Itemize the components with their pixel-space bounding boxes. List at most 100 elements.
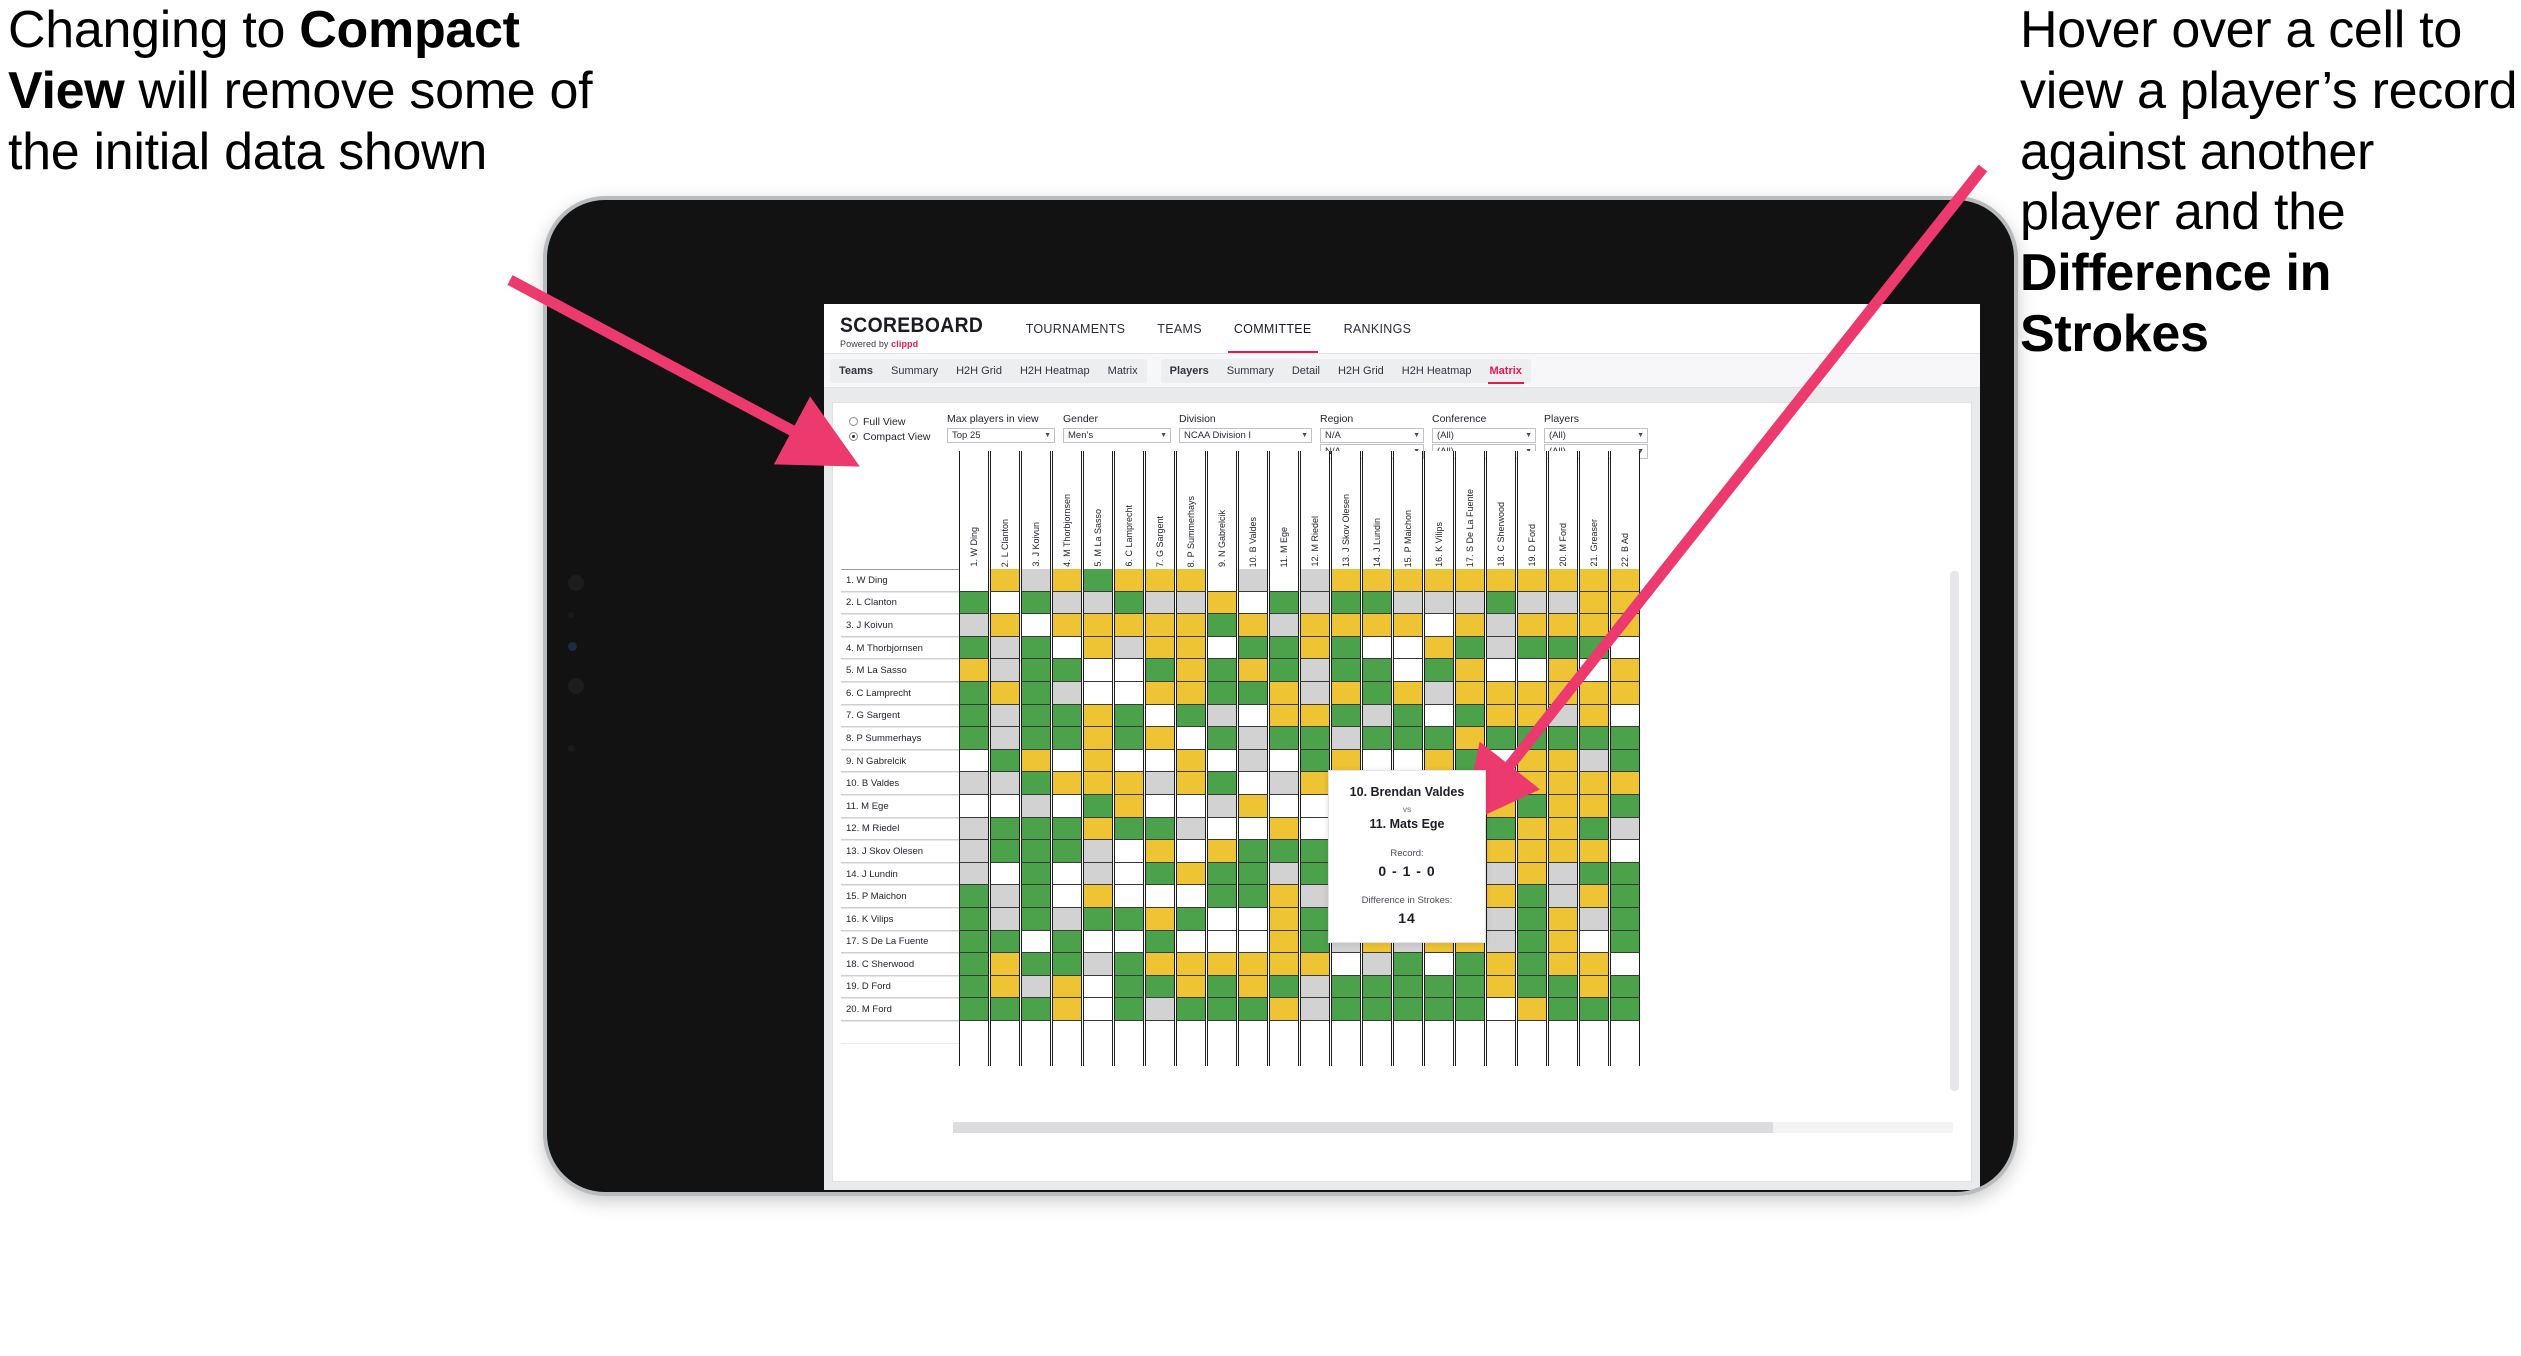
matrix-cell[interactable] [1331,569,1361,592]
matrix-cell[interactable] [1145,794,1175,818]
matrix-cell[interactable] [1331,953,1361,976]
matrix-cell[interactable] [990,930,1020,954]
matrix-cell[interactable] [1145,704,1175,728]
matrix-cell[interactable] [990,907,1020,931]
matrix-cell[interactable] [1021,727,1051,750]
matrix-cell[interactable] [990,614,1020,637]
matrix-cell[interactable] [1083,569,1113,592]
matrix-cell[interactable] [1393,975,1423,999]
matrix-cell[interactable] [1052,614,1082,637]
matrix-cell[interactable] [959,862,989,886]
matrix-cell[interactable] [1207,659,1237,682]
matrix-cell[interactable] [1300,704,1330,728]
matrix-cell[interactable] [1021,569,1051,592]
matrix-cell[interactable] [1238,569,1268,592]
matrix-cell[interactable] [1486,659,1516,682]
matrix-cell[interactable] [1238,591,1268,615]
matrix-cell[interactable] [1424,659,1454,682]
matrix-cell[interactable] [1362,975,1392,999]
matrix-cell[interactable] [1610,953,1640,976]
matrix-cell[interactable] [1362,591,1392,615]
matrix-cell[interactable] [1455,681,1485,705]
matrix-cell[interactable] [1486,817,1516,841]
matrix-cell[interactable] [1238,862,1268,886]
matrix-cell[interactable] [1517,885,1547,908]
matrix-cell[interactable] [1238,749,1268,773]
matrix-cell[interactable] [1548,636,1578,660]
matrix-cell[interactable] [1610,636,1640,660]
matrix-cell[interactable] [1424,681,1454,705]
matrix-cell[interactable] [1176,704,1206,728]
matrix-cell[interactable] [1269,953,1299,976]
matrix-cell[interactable] [1300,975,1330,999]
matrix-cell[interactable] [1207,907,1237,931]
matrix-cell[interactable] [959,591,989,615]
matrix-cell[interactable] [1238,953,1268,976]
matrix-cell[interactable] [1238,907,1268,931]
matrix-cell[interactable] [1610,998,1640,1021]
matrix-cell[interactable] [1269,840,1299,863]
matrix-cell[interactable] [1238,636,1268,660]
matrix-cell[interactable] [1145,569,1175,592]
matrix-cell[interactable] [1052,772,1082,795]
matrix-cell[interactable] [959,636,989,660]
matrix-cell[interactable] [1083,840,1113,863]
matrix-cell[interactable] [1207,885,1237,908]
matrix-cell[interactable] [1052,862,1082,886]
matrix-cell[interactable] [1548,591,1578,615]
matrix-cell[interactable] [1176,749,1206,773]
matrix-cell[interactable] [1610,704,1640,728]
matrix-cell[interactable] [1517,794,1547,818]
matrix-cell[interactable] [1052,930,1082,954]
subnav-teams-h2h-heatmap[interactable]: H2H Heatmap [1011,359,1099,383]
matrix-cell[interactable] [1269,591,1299,615]
matrix-cell[interactable] [1269,659,1299,682]
matrix-cell[interactable] [1269,569,1299,592]
matrix-cell[interactable] [1176,817,1206,841]
matrix-cell[interactable] [990,794,1020,818]
matrix-cell[interactable] [1455,749,1485,773]
subnav-players-matrix[interactable]: Matrix [1481,359,1531,384]
matrix-cell[interactable] [1176,998,1206,1021]
matrix-cell[interactable] [1176,591,1206,615]
matrix-cell[interactable] [959,681,989,705]
matrix-cell[interactable] [1300,591,1330,615]
matrix-cell[interactable] [1176,569,1206,592]
matrix-cell[interactable] [1269,681,1299,705]
matrix-cell[interactable] [959,953,989,976]
matrix-cell[interactable] [959,817,989,841]
matrix-cell[interactable] [1207,862,1237,886]
matrix-cell[interactable] [1207,953,1237,976]
matrix-vertical-scrollbar[interactable] [1950,571,1959,1091]
matrix-cell[interactable] [1486,749,1516,773]
matrix-cell[interactable] [1331,636,1361,660]
matrix-cell[interactable] [1238,614,1268,637]
matrix-cell[interactable] [1424,704,1454,728]
matrix-cell[interactable] [1548,862,1578,886]
matrix-cell[interactable] [1579,953,1609,976]
matrix-cell[interactable] [1052,907,1082,931]
matrix-cell[interactable] [959,749,989,773]
matrix-cell[interactable] [1300,569,1330,592]
matrix-cell[interactable] [1114,998,1144,1021]
matrix-cell[interactable] [1114,975,1144,999]
matrix-cell[interactable] [1052,840,1082,863]
matrix-cell[interactable] [1548,704,1578,728]
matrix-cell[interactable] [1145,749,1175,773]
matrix-cell[interactable] [1021,953,1051,976]
matrix-cell[interactable] [1548,930,1578,954]
matrix-cell[interactable] [1052,975,1082,999]
matrix-cell[interactable] [1362,614,1392,637]
matrix-cell[interactable] [1455,998,1485,1021]
matrix-cell[interactable] [990,998,1020,1021]
select-conference-1[interactable]: (All) ▼ [1432,428,1536,443]
matrix-cell[interactable] [1052,681,1082,705]
matrix-cell[interactable] [1021,772,1051,795]
matrix-cell[interactable] [1610,907,1640,931]
matrix-cell[interactable] [1486,794,1516,818]
matrix-cell[interactable] [990,704,1020,728]
matrix-cell[interactable] [1517,975,1547,999]
matrix-cell[interactable] [1579,794,1609,818]
matrix-cell[interactable] [1300,794,1330,818]
subnav-teams-summary[interactable]: Summary [882,359,947,383]
